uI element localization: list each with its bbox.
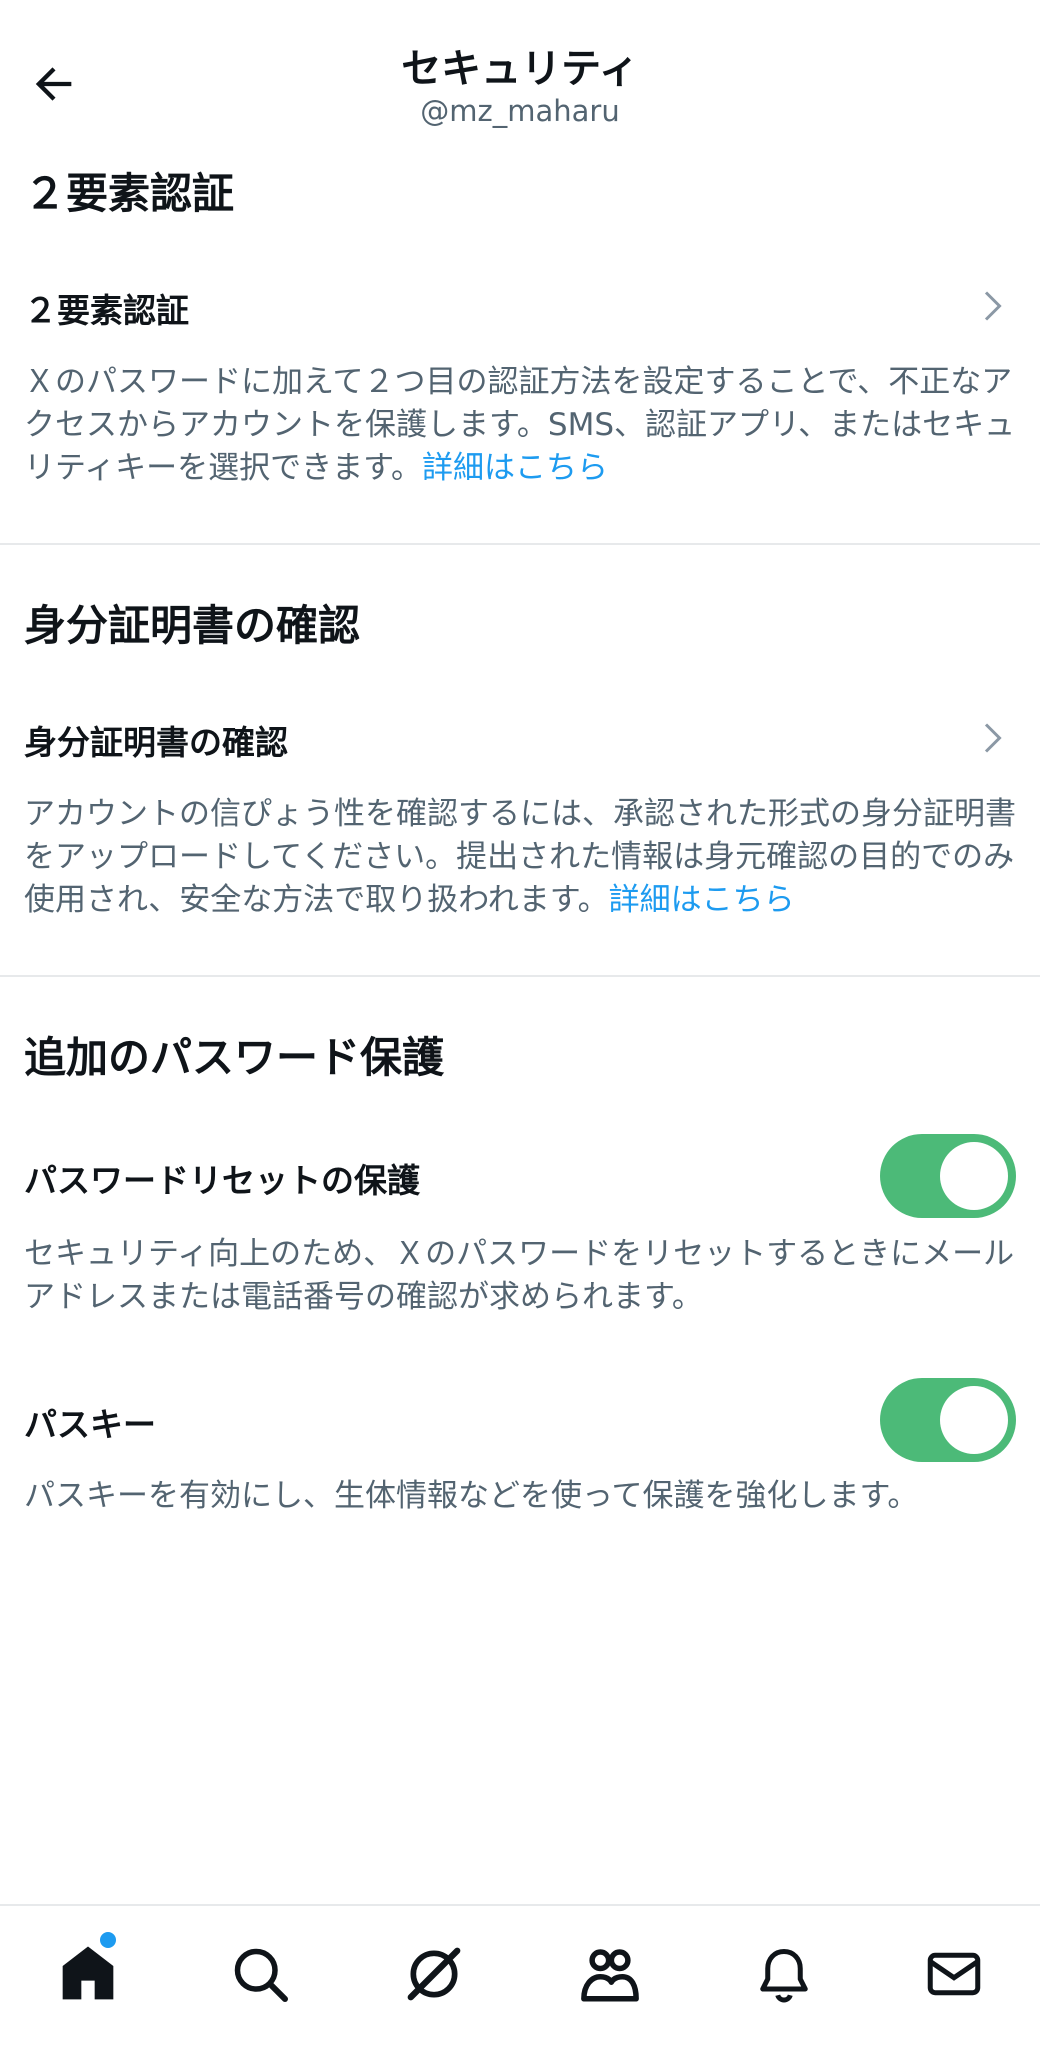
password-reset-protection-description: セキュリティ向上のため、Ｘのパスワードをリセットするときにメールアドレスまたは電…: [24, 1236, 1015, 1315]
tab-search[interactable]: [224, 1938, 296, 2010]
tab-grok[interactable]: [398, 1938, 470, 2010]
two-factor-description: Ｘのパスワードに加えて２つ目の認証方法を設定することで、不正なアクセスからアカウ…: [24, 364, 1016, 486]
section-heading-two-factor: ２要素認証: [24, 169, 235, 218]
id-verification-item-title: 身分証明書の確認: [24, 723, 288, 762]
two-factor-item[interactable]: ２要素認証: [0, 266, 1040, 346]
account-handle: @mz_maharu: [420, 94, 620, 128]
bell-icon: [760, 1949, 808, 2003]
search-icon: [234, 1948, 288, 2002]
envelope-icon: [927, 1952, 981, 1996]
password-reset-protection-toggle[interactable]: [880, 1134, 1016, 1218]
tab-notifications[interactable]: [748, 1938, 820, 2010]
chevron-right-icon: [984, 291, 1002, 321]
passkey-row: パスキー: [0, 1378, 1040, 1462]
two-factor-item-title: ２要素認証: [24, 291, 189, 330]
toggle-knob: [940, 1142, 1008, 1210]
id-verification-learn-more-link[interactable]: 詳細はこちら: [609, 882, 795, 918]
two-factor-learn-more-link[interactable]: 詳細はこちら: [422, 450, 608, 486]
password-reset-protection-row: パスワードリセットの保護: [0, 1134, 1040, 1218]
passkey-description: パスキーを有効にし、生体情報などを使って保護を強化します。: [24, 1478, 919, 1514]
section-heading-id-verification: 身分証明書の確認: [24, 601, 361, 650]
toggle-knob: [940, 1386, 1008, 1454]
home-icon: [62, 1946, 114, 2000]
passkey-title: パスキー: [24, 1405, 156, 1444]
top-bar: セキュリティ @mz_maharu: [0, 0, 1040, 150]
id-verification-item[interactable]: 身分証明書の確認: [0, 698, 1040, 778]
communities-icon: [581, 1949, 639, 2002]
divider: [0, 543, 1040, 545]
page-title: セキュリティ: [401, 46, 639, 92]
chevron-right-icon: [984, 723, 1002, 753]
tab-home[interactable]: [52, 1938, 124, 2010]
home-badge: [100, 1932, 116, 1948]
bottom-tab-bar: [0, 1904, 1040, 2050]
section-heading-password-protection: 追加のパスワード保護: [24, 1033, 445, 1082]
passkey-toggle[interactable]: [880, 1378, 1016, 1462]
tab-messages[interactable]: [918, 1938, 990, 2010]
grok-icon: [407, 1947, 461, 2001]
password-reset-protection-title: パスワードリセットの保護: [24, 1161, 420, 1200]
divider: [0, 975, 1040, 977]
id-verification-description: アカウントの信ぴょう性を確認するには、承認された形式の身分証明書をアップロードし…: [24, 796, 1016, 918]
tab-communities[interactable]: [574, 1938, 646, 2010]
